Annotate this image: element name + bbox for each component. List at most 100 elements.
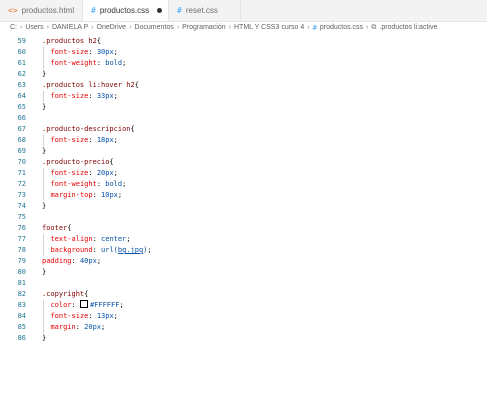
line-number: 59: [17, 37, 26, 45]
tab-label: productos.css: [99, 6, 150, 15]
tab-productos-html[interactable]: <> productos.html: [0, 0, 83, 21]
line-number: 61: [17, 59, 26, 67]
line-number: 66: [17, 114, 26, 122]
code-text: .producto-precio{: [42, 158, 114, 166]
code-text: background: url(bg.jpg);: [50, 246, 152, 254]
code-text: .productos h2{: [42, 37, 102, 45]
line-number: 82: [17, 290, 26, 298]
code-line[interactable]: 86}: [0, 333, 487, 344]
code-line[interactable]: 61 font-weight: bold;: [0, 58, 487, 69]
line-number: 65: [17, 103, 26, 111]
line-number: 75: [17, 213, 26, 221]
code-line[interactable]: 81: [0, 278, 487, 289]
tab-reset-css[interactable]: # reset.css: [169, 0, 241, 21]
line-number: 63: [17, 81, 26, 89]
line-number: 86: [17, 334, 26, 342]
line-number: 67: [17, 125, 26, 133]
line-number: 71: [17, 169, 26, 177]
line-number: 77: [17, 235, 26, 243]
line-number: 76: [17, 224, 26, 232]
code-line[interactable]: 62}: [0, 69, 487, 80]
tab-label: productos.html: [21, 6, 75, 15]
breadcrumb-item[interactable]: DANIELA P: [52, 24, 88, 31]
code-line[interactable]: 84 font-size: 13px;: [0, 311, 487, 322]
breadcrumb-item[interactable]: Programación: [182, 24, 226, 31]
code-line[interactable]: 83 color: #FFFFFF;: [0, 300, 487, 311]
code-line[interactable]: 64 font-size: 33px;: [0, 91, 487, 102]
css-file-icon: #: [312, 23, 317, 32]
chevron-right-icon: ›: [307, 24, 310, 31]
line-number: 80: [17, 268, 26, 276]
code-line[interactable]: 63 .productos li:hover h2{: [0, 80, 487, 91]
code-text: margin-top: 10px;: [50, 191, 123, 199]
unsaved-dot-icon[interactable]: [157, 8, 163, 13]
code-text: }: [42, 202, 47, 210]
code-text: color: #FFFFFF;: [50, 300, 124, 309]
breadcrumb-item[interactable]: C:: [10, 24, 17, 31]
line-number: 68: [17, 136, 26, 144]
line-number: 78: [17, 246, 26, 254]
line-number: 72: [17, 180, 26, 188]
code-line[interactable]: 60 font-size: 30px;: [0, 47, 487, 58]
code-line[interactable]: 70 .producto-precio{: [0, 157, 487, 168]
code-line[interactable]: 82 .copyright{: [0, 289, 487, 300]
code-text: .copyright{: [42, 290, 89, 298]
breadcrumb-symbol[interactable]: .productos li:active: [379, 24, 437, 31]
line-number: 83: [17, 301, 26, 309]
code-editor[interactable]: 59 .productos h2{60 font-size: 30px; 61 fo…: [0, 34, 487, 416]
code-text: }: [42, 268, 47, 276]
code-line[interactable]: 78 background: url(bg.jpg);: [0, 245, 487, 256]
line-number: 84: [17, 312, 26, 320]
chevron-right-icon: ›: [46, 24, 49, 31]
code-text: font-size: 18px;: [50, 136, 118, 144]
chevron-right-icon: ›: [366, 24, 369, 31]
color-swatch-icon[interactable]: [79, 300, 88, 308]
breadcrumb-file[interactable]: productos.css: [320, 24, 363, 31]
line-number: 79: [17, 257, 26, 265]
code-line[interactable]: 75: [0, 212, 487, 223]
code-line[interactable]: 66: [0, 113, 487, 124]
breadcrumb-item[interactable]: OneDrive: [97, 24, 127, 31]
code-text: .producto-descripcion{: [42, 125, 135, 133]
code-line[interactable]: 65}: [0, 102, 487, 113]
breadcrumb-item[interactable]: Documentos: [134, 24, 173, 31]
line-number: 64: [17, 92, 26, 100]
code-line[interactable]: 71 font-size: 20px;: [0, 168, 487, 179]
chevron-right-icon: ›: [129, 24, 132, 31]
css-file-icon: #: [177, 6, 182, 15]
line-number: 85: [17, 323, 26, 331]
code-text: font-size: 33px;: [50, 92, 118, 100]
tab-label: reset.css: [185, 6, 218, 15]
line-number: 62: [17, 70, 26, 78]
code-line[interactable]: 79 padding: 40px;: [0, 256, 487, 267]
code-line[interactable]: 85 margin: 20px;: [0, 322, 487, 333]
chevron-right-icon: ›: [176, 24, 180, 31]
line-number: 60: [17, 48, 26, 56]
code-text: font-size: 20px;: [50, 169, 118, 177]
breadcrumb: C: › Users › DANIELA P › OneDrive › Document…: [0, 21, 487, 34]
code-text: font-size: 30px;: [50, 48, 118, 56]
code-line[interactable]: 68 font-size: 18px;: [0, 135, 487, 146]
code-line[interactable]: 69}: [0, 146, 487, 157]
html-file-icon: <>: [8, 6, 18, 15]
css-file-icon: #: [91, 6, 96, 15]
code-line[interactable]: 74}: [0, 201, 487, 212]
code-line[interactable]: 80}: [0, 267, 487, 278]
code-line[interactable]: 67 .producto-descripcion{: [0, 124, 487, 135]
code-text: footer{: [42, 224, 72, 232]
code-text: .productos li:hover h2{: [42, 81, 139, 89]
breadcrumb-item[interactable]: Users: [25, 24, 43, 31]
code-text: padding: 40px;: [42, 257, 102, 265]
code-line[interactable]: 77 text-align: center;: [0, 234, 487, 245]
tab-productos-css[interactable]: # productos.css: [83, 0, 169, 21]
chevron-right-icon: ›: [228, 24, 231, 31]
chevron-right-icon: ›: [91, 24, 94, 31]
code-text: font-size: 13px;: [50, 312, 118, 320]
breadcrumb-item[interactable]: HTML Y CSS3 curso 4: [234, 24, 304, 31]
code-line[interactable]: 73 margin-top: 10px;: [0, 190, 487, 201]
line-number: 73: [17, 191, 26, 199]
code-line[interactable]: 59 .productos h2{: [0, 36, 487, 47]
code-line[interactable]: 72 font-weight: bold;: [0, 179, 487, 190]
code-line[interactable]: 76 footer{: [0, 223, 487, 234]
code-text: text-align: center;: [50, 235, 131, 243]
